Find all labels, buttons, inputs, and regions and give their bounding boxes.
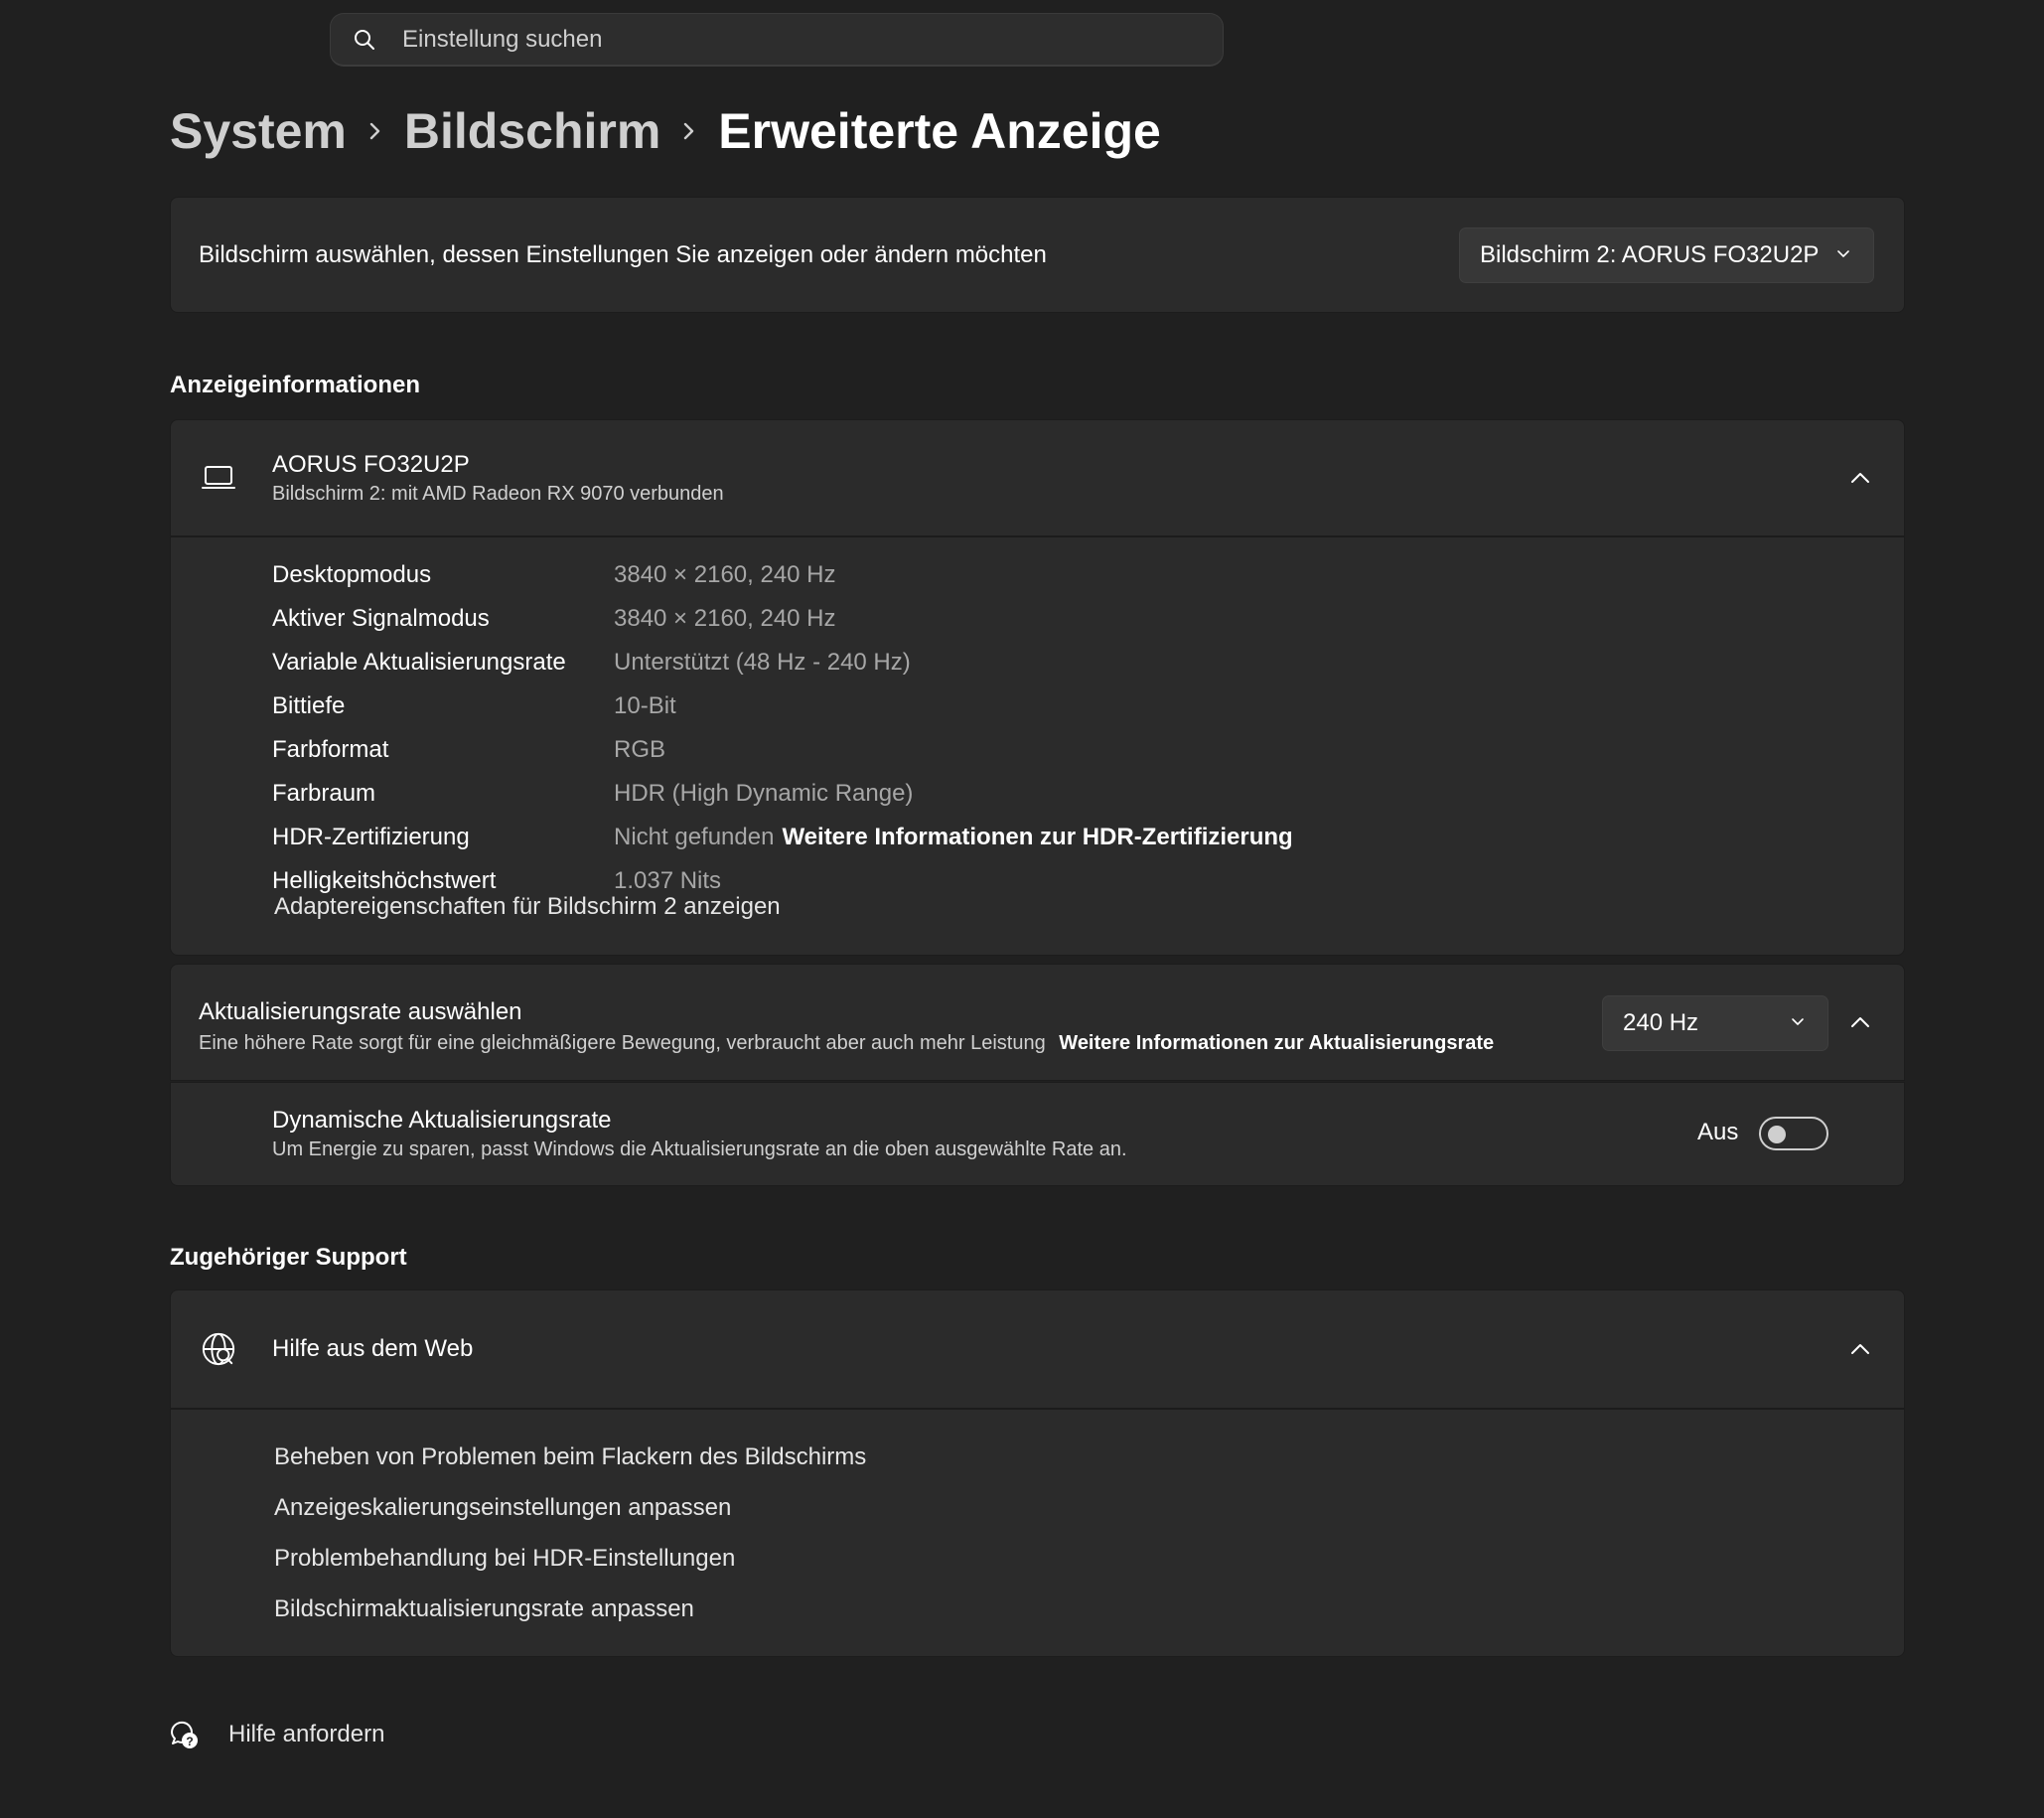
- chevron-down-icon: [1790, 1009, 1806, 1037]
- chevron-right-icon: [660, 95, 718, 167]
- support-link-scaling[interactable]: Anzeigeskalierungseinstellungen anpassen: [274, 1482, 866, 1533]
- info-key: Bittiefe: [272, 692, 346, 719]
- search-box[interactable]: [330, 13, 1224, 67]
- breadcrumb: System Bildschirm Erweiterte Anzeige: [170, 95, 1161, 167]
- display-info-details: Desktopmodus 3840 × 2160, 240 Hz Aktiver…: [170, 536, 1905, 956]
- chevron-up-icon[interactable]: [1846, 1008, 1874, 1036]
- support-link-flicker[interactable]: Beheben von Problemen beim Flackern des …: [274, 1432, 866, 1482]
- display-select-value: Bildschirm 2: AORUS FO32U2P: [1480, 240, 1820, 268]
- info-value: 10-Bit: [614, 692, 676, 719]
- refresh-rate-description: Eine höhere Rate sorgt für eine gleichmä…: [199, 1032, 1046, 1054]
- info-key: Helligkeitshöchstwert: [272, 867, 497, 894]
- display-info-header[interactable]: AORUS FO32U2P Bildschirm 2: mit AMD Rade…: [170, 419, 1905, 536]
- refresh-rate-title: Aktualisierungsrate auswählen: [199, 998, 522, 1025]
- info-key: Desktopmodus: [272, 561, 432, 588]
- support-link-refresh[interactable]: Bildschirmaktualisierungsrate anpassen: [274, 1584, 866, 1634]
- info-key: HDR-Zertifizierung: [272, 824, 470, 850]
- info-key: Aktiver Signalmodus: [272, 605, 490, 632]
- refresh-rate-value: 240 Hz: [1623, 1009, 1699, 1036]
- toggle-knob: [1768, 1126, 1786, 1143]
- web-help-links: Beheben von Problemen beim Flackern des …: [170, 1409, 1905, 1657]
- refresh-rate-dropdown[interactable]: 240 Hz: [1602, 995, 1828, 1051]
- info-value: 1.037 Nits: [614, 867, 722, 894]
- dynamic-refresh-subtitle: Um Energie zu sparen, passt Windows die …: [272, 1138, 1127, 1160]
- laptop-icon: [201, 460, 236, 496]
- refresh-rate-subtitle: Eine höhere Rate sorgt für eine gleichmä…: [199, 1032, 1494, 1055]
- dynamic-refresh-toggle[interactable]: [1759, 1117, 1828, 1150]
- info-row: Farbformat RGB: [272, 728, 1293, 772]
- display-info-table: Desktopmodus 3840 × 2160, 240 Hz Aktiver…: [272, 553, 1293, 903]
- chevron-up-icon[interactable]: [1846, 1335, 1874, 1363]
- info-key: Farbraum: [272, 780, 376, 807]
- info-value: 3840 × 2160, 240 Hz: [614, 561, 836, 588]
- info-value: Nicht gefunden: [614, 824, 775, 850]
- chevron-down-icon: [1835, 241, 1851, 269]
- dynamic-refresh-row: Dynamische Aktualisierungsrate Um Energi…: [170, 1082, 1905, 1186]
- svg-text:?: ?: [186, 1735, 193, 1748]
- breadcrumb-system[interactable]: System: [170, 102, 347, 160]
- help-request-link[interactable]: ? Hilfe anfordern: [167, 1711, 384, 1758]
- dynamic-refresh-title: Dynamische Aktualisierungsrate: [272, 1107, 612, 1134]
- web-help-header[interactable]: Hilfe aus dem Web: [170, 1289, 1905, 1409]
- web-help-title: Hilfe aus dem Web: [272, 1335, 474, 1362]
- search-icon: [353, 28, 376, 52]
- monitor-name: AORUS FO32U2P: [272, 450, 470, 478]
- chevron-right-icon: [347, 95, 404, 167]
- settings-page: System Bildschirm Erweiterte Anzeige Bil…: [0, 0, 2044, 1818]
- help-request-label: Hilfe anfordern: [228, 1721, 385, 1747]
- adapter-properties-link[interactable]: Adaptereigenschaften für Bildschirm 2 an…: [274, 893, 781, 921]
- info-value: HDR (High Dynamic Range): [614, 780, 914, 807]
- display-select-card: Bildschirm auswählen, dessen Einstellung…: [170, 197, 1905, 313]
- info-value: Unterstützt (48 Hz - 240 Hz): [614, 649, 911, 676]
- info-row: Desktopmodus 3840 × 2160, 240 Hz: [272, 553, 1293, 597]
- info-row: Farbraum HDR (High Dynamic Range): [272, 772, 1293, 816]
- section-title-support: Zugehöriger Support: [170, 1244, 407, 1271]
- globe-icon: [201, 1331, 236, 1367]
- chevron-up-icon[interactable]: [1846, 464, 1874, 492]
- breadcrumb-bildschirm[interactable]: Bildschirm: [404, 102, 660, 160]
- page-title: Erweiterte Anzeige: [718, 103, 1161, 159]
- info-key: Farbformat: [272, 736, 389, 763]
- info-row: Variable Aktualisierungsrate Unterstützt…: [272, 641, 1293, 684]
- help-chat-icon: ?: [167, 1718, 201, 1751]
- info-row: Bittiefe 10-Bit: [272, 684, 1293, 728]
- display-select-label: Bildschirm auswählen, dessen Einstellung…: [199, 240, 1047, 268]
- support-link-hdr[interactable]: Problembehandlung bei HDR-Einstellungen: [274, 1533, 866, 1584]
- display-select-dropdown[interactable]: Bildschirm 2: AORUS FO32U2P: [1459, 227, 1874, 283]
- info-value: 3840 × 2160, 240 Hz: [614, 605, 836, 632]
- info-row: HDR-Zertifizierung Nicht gefunden Weiter…: [272, 816, 1293, 859]
- info-value: RGB: [614, 736, 666, 763]
- search-input[interactable]: [400, 24, 1179, 55]
- hdr-cert-link[interactable]: Weitere Informationen zur HDR-Zertifizie…: [782, 824, 1292, 851]
- info-row: Aktiver Signalmodus 3840 × 2160, 240 Hz: [272, 597, 1293, 641]
- section-title-display-info: Anzeigeinformationen: [170, 372, 421, 398]
- refresh-rate-info-link[interactable]: Weitere Informationen zur Aktualisierung…: [1059, 1032, 1494, 1054]
- toggle-state-label: Aus: [1697, 1119, 1739, 1145]
- monitor-subtitle: Bildschirm 2: mit AMD Radeon RX 9070 ver…: [272, 482, 724, 505]
- refresh-rate-header: Aktualisierungsrate auswählen Eine höher…: [170, 964, 1905, 1081]
- info-key: Variable Aktualisierungsrate: [272, 649, 566, 676]
